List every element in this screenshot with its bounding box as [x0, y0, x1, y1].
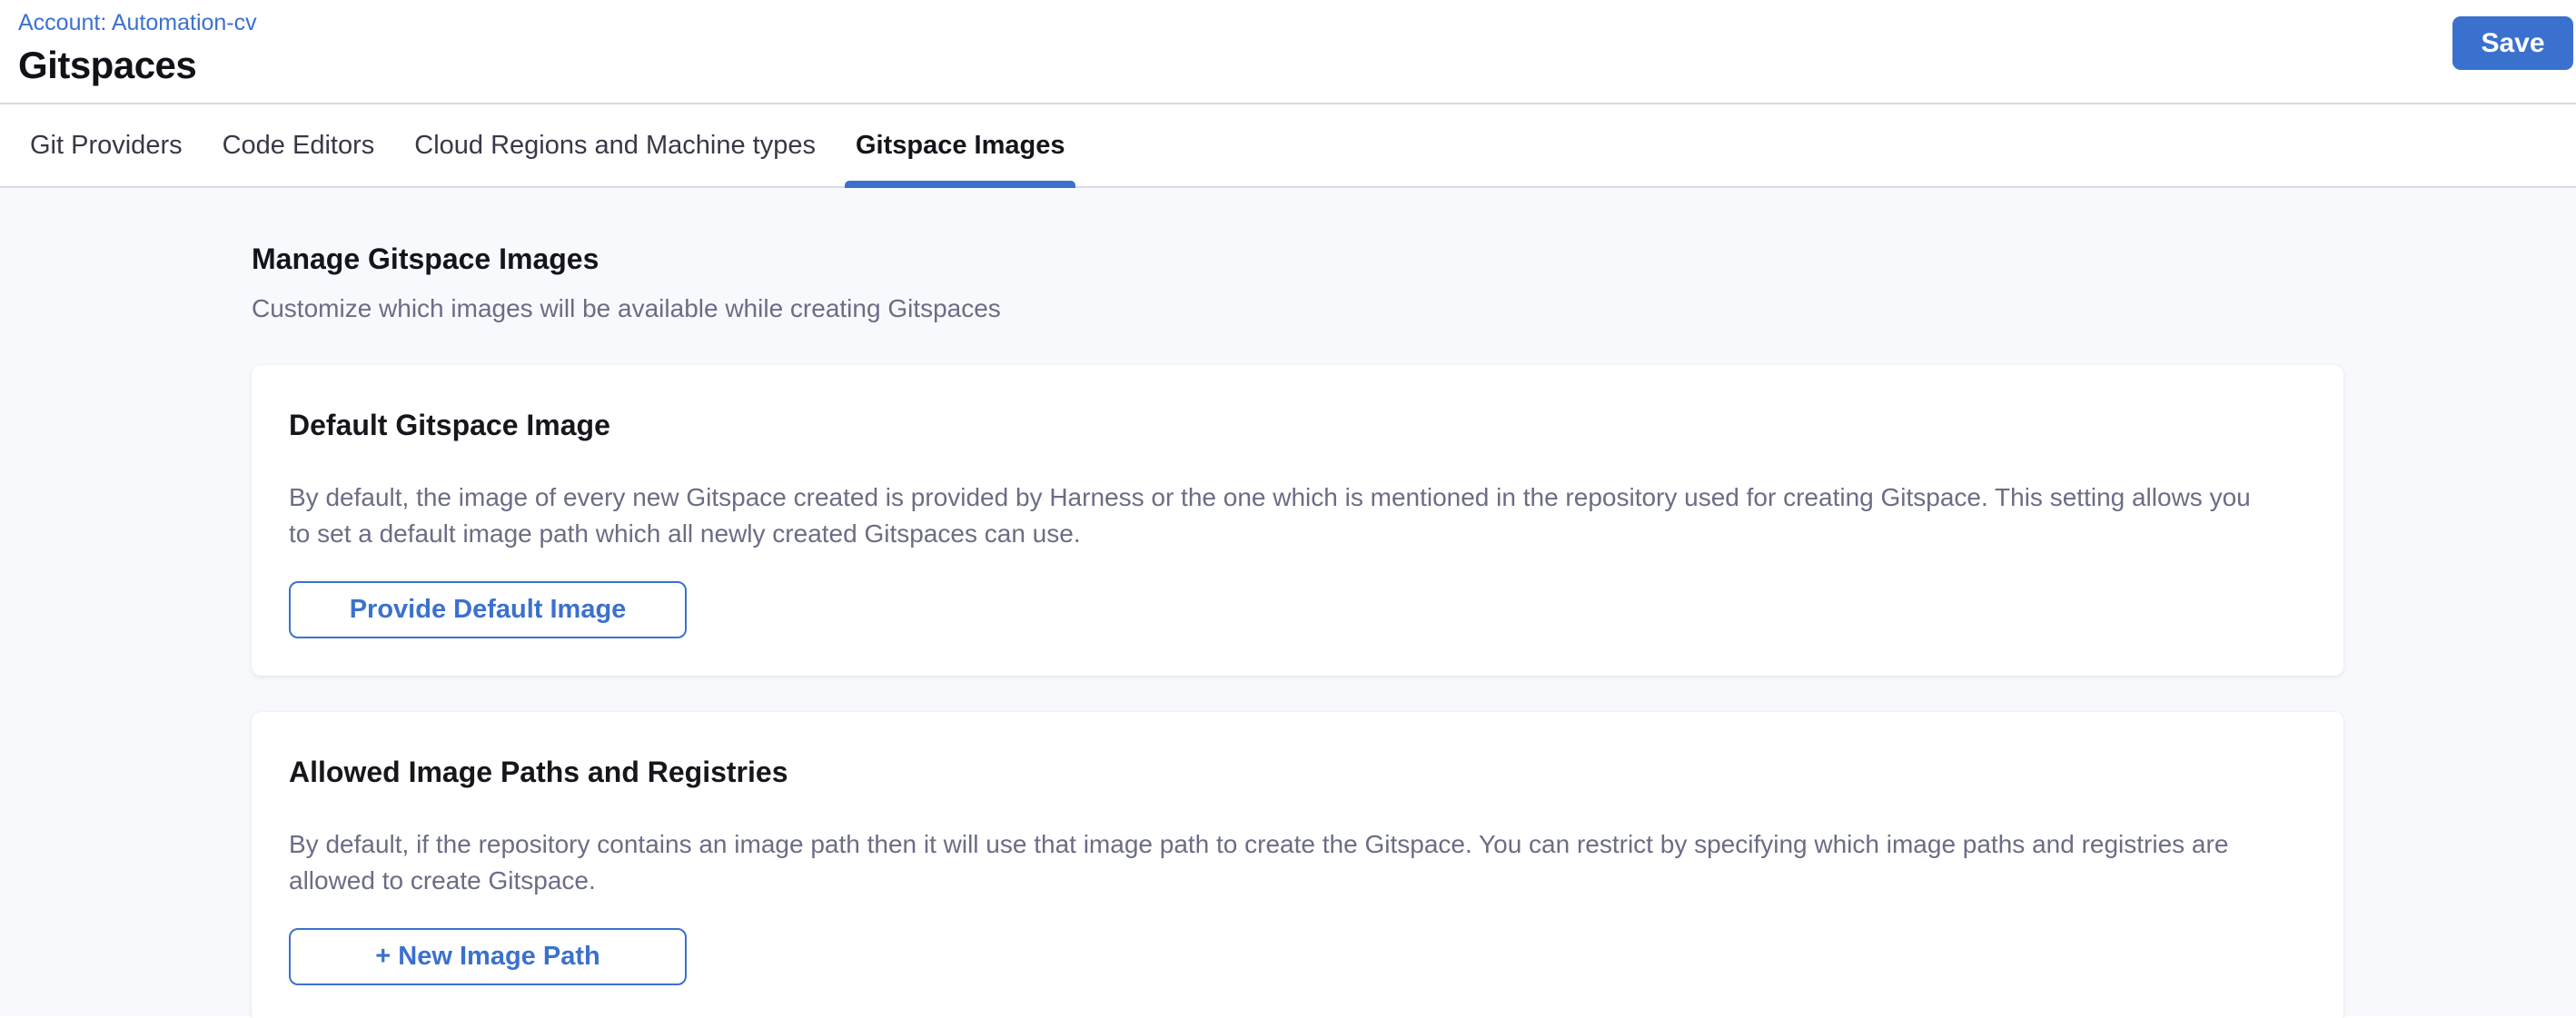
provide-default-image-button[interactable]: Provide Default Image — [289, 581, 687, 638]
tab-git-providers[interactable]: Git Providers — [30, 104, 183, 186]
section-heading: Manage Gitspace Images — [252, 241, 2343, 277]
save-button[interactable]: Save — [2452, 16, 2573, 70]
default-gitspace-image-card: Default Gitspace Image By default, the i… — [252, 365, 2343, 676]
card-title: Allowed Image Paths and Registries — [289, 754, 2306, 790]
new-image-path-button[interactable]: + New Image Path — [289, 928, 687, 985]
card-description: By default, if the repository contains a… — [289, 826, 2278, 899]
page-title: Gitspaces — [18, 44, 2576, 87]
allowed-image-paths-card: Allowed Image Paths and Registries By de… — [252, 712, 2343, 1018]
settings-tabbar: Git Providers Code Editors Cloud Regions… — [0, 104, 2576, 188]
card-title: Default Gitspace Image — [289, 407, 2306, 443]
account-breadcrumb-link[interactable]: Account: Automation-cv — [18, 9, 257, 36]
tab-panel-gitspace-images: Manage Gitspace Images Customize which i… — [0, 188, 2576, 1016]
page-header: Account: Automation-cv Gitspaces Save — [0, 0, 2576, 104]
tab-code-editors[interactable]: Code Editors — [223, 104, 375, 186]
section-subheading: Customize which images will be available… — [252, 293, 2343, 324]
tab-cloud-regions-and-machine-types[interactable]: Cloud Regions and Machine types — [414, 104, 816, 186]
card-description: By default, the image of every new Gitsp… — [289, 479, 2278, 552]
tab-gitspace-images[interactable]: Gitspace Images — [856, 104, 1065, 186]
